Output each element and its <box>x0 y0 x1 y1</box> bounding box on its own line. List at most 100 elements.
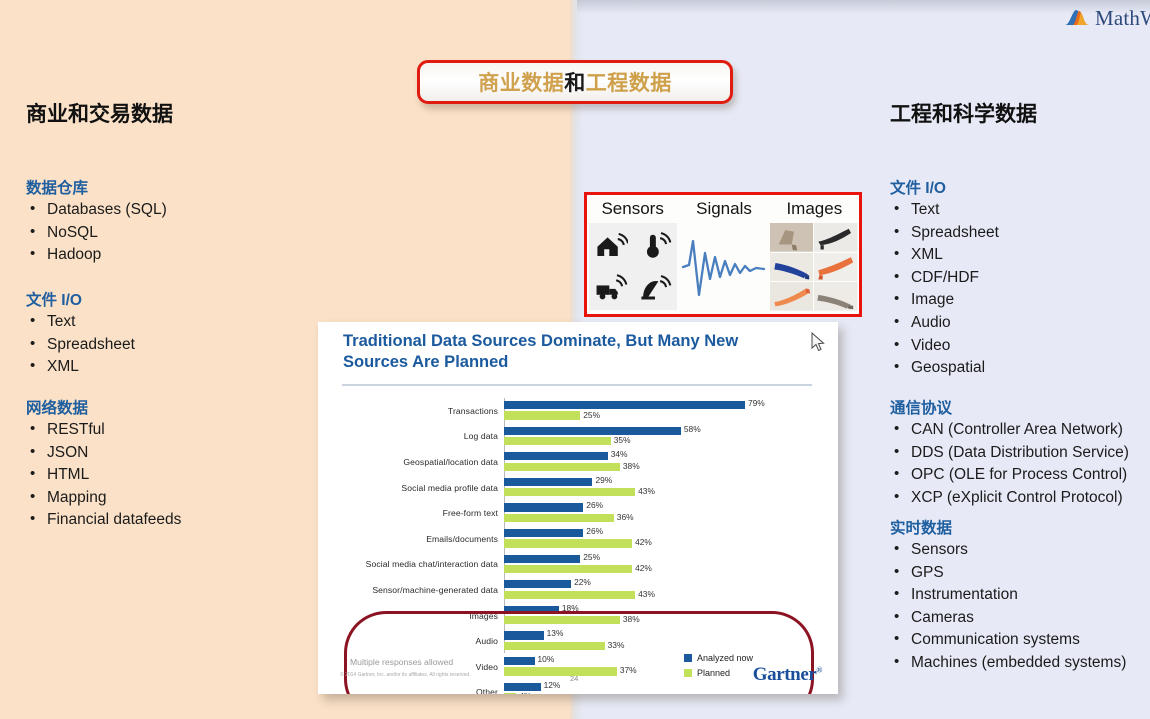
list-item: CAN (Controller Area Network) <box>890 418 1129 442</box>
chart-value-label: 37% <box>619 665 637 676</box>
thermometer-sensor-icon <box>646 231 672 258</box>
chart-row: Sensor/machine-generated data 22% 43% <box>338 577 828 603</box>
chart-bar-planned <box>504 564 633 574</box>
chart-value-label: 33% <box>607 639 625 650</box>
chart-bar-pair: 79% 25% <box>504 398 828 424</box>
list-item: Cameras <box>890 606 1126 630</box>
shoe-photo-thumbnail <box>814 252 858 282</box>
chart-plot-area: Transactions 79% 25% Log data 58% 35% Geospati… <box>338 398 828 694</box>
mathworks-logo: MathWorks <box>1064 4 1150 32</box>
waveform-icon <box>682 239 766 297</box>
list-item: Financial datafeeds <box>26 508 181 532</box>
chart-bar-now <box>504 477 593 486</box>
chart-value-label: 34% <box>610 449 628 460</box>
media-column-caption: Images <box>786 199 843 218</box>
chart-rows: Transactions 79% 25% Log data 58% 35% Geospati… <box>338 398 828 694</box>
chart-bar-planned <box>504 692 517 694</box>
block-list: Text Spreadsheet XML CDF/HDF Image Audio… <box>890 198 999 380</box>
chart-bar-pair: 25% 42% <box>504 552 828 578</box>
chart-bar-pair: 22% 43% <box>504 577 828 603</box>
list-item: Audio <box>890 311 999 335</box>
shoe-photo-thumbnail <box>769 223 814 252</box>
left-column-title: 商业和交易数据 <box>26 103 173 126</box>
list-item: Mapping <box>26 486 181 510</box>
list-item: OPC (OLE for Process Control) <box>890 463 1129 487</box>
block-realtime-data: 实时数据 Sensors GPS Instrumentation Cameras… <box>890 516 1126 675</box>
list-item: Video <box>890 334 999 358</box>
list-item: RESTful <box>26 418 181 442</box>
media-column-caption: Sensors <box>601 199 664 218</box>
chart-category-label: Social media profile data <box>401 482 498 493</box>
block-list: RESTful JSON HTML Mapping Financial data… <box>26 418 181 532</box>
gartner-wordmark: Gartner® <box>753 664 823 686</box>
chart-value-label: 42% <box>635 537 652 548</box>
legend-label: Analyzed now <box>697 653 754 663</box>
chart-title-rule <box>342 384 812 386</box>
chart-row: Free-form text 26% 36% <box>338 500 828 526</box>
gartner-chart-card: Traditional Data Sources Dominate, But M… <box>318 322 838 694</box>
list-item: XML <box>890 243 999 267</box>
block-data-warehouse: 数据仓库 Databases (SQL) NoSQL Hadoop <box>26 176 167 267</box>
list-item: HTML <box>26 463 181 487</box>
chart-bar-planned <box>504 513 614 522</box>
list-item: GPS <box>890 561 1126 585</box>
chart-bar-pair: 18% 38% <box>504 603 828 629</box>
truck-sensor-icon <box>596 274 628 300</box>
list-item: JSON <box>26 441 181 465</box>
list-item: Geospatial <box>890 356 999 380</box>
chart-bar-now <box>504 682 541 691</box>
chart-row: Transactions 79% 25% <box>338 398 828 424</box>
list-item: Text <box>26 310 135 334</box>
list-item: Hadoop <box>26 243 167 267</box>
chart-bar-planned <box>504 411 581 420</box>
media-column-images: Images <box>769 195 859 314</box>
chart-bar-now <box>504 554 581 563</box>
chart-value-label: 18% <box>561 602 579 613</box>
chart-bar-planned <box>504 641 605 650</box>
chart-value-label: 36% <box>616 511 634 522</box>
chart-bar-now <box>504 503 584 512</box>
chart-copyright: © 2014 Gartner, Inc. and/or its affiliat… <box>340 672 471 678</box>
chart-value-label: 38% <box>622 460 640 471</box>
list-item: DDS (Data Distribution Service) <box>890 441 1129 465</box>
chart-category-label: Social media chat/interaction data <box>365 559 498 570</box>
right-column-title: 工程和科学数据 <box>890 103 1037 126</box>
banner-segment-business: 商业数据 <box>478 72 565 95</box>
chart-value-label: 43% <box>638 588 655 599</box>
chart-bar-now <box>504 452 608 461</box>
list-item: Image <box>890 288 999 312</box>
registered-mark: ® <box>816 665 822 675</box>
chart-value-label: 25% <box>583 551 601 562</box>
chart-bar-planned <box>504 590 636 599</box>
chart-value-label: 35% <box>613 435 631 446</box>
chart-value-label: 79% <box>747 398 765 408</box>
banner-segment-and: 和 <box>564 72 586 95</box>
title-banner: 商业数据和工程数据 <box>417 60 733 104</box>
chart-value-label: 12% <box>543 679 561 690</box>
chart-bar-pair: 26% 36% <box>504 500 828 526</box>
list-item: Communication systems <box>890 628 1126 652</box>
legend-swatch-icon <box>684 654 692 662</box>
chart-bar-now <box>504 631 544 640</box>
mouse-pointer-icon <box>811 332 825 352</box>
block-heading: 文件 I/O <box>890 180 946 197</box>
chart-value-label: 22% <box>574 577 591 588</box>
list-item: NoSQL <box>26 221 167 245</box>
chart-value-label: 4% <box>519 691 531 694</box>
chart-footnote: Multiple responses allowed <box>350 657 454 667</box>
banner-text: 商业数据和工程数据 <box>478 67 672 97</box>
chart-value-label: 42% <box>635 563 652 574</box>
chart-bar-now <box>504 656 535 666</box>
block-communication-protocols: 通信协议 CAN (Controller Area Network) DDS (… <box>890 396 1129 509</box>
block-heading: 数据仓库 <box>26 180 89 197</box>
chart-row: Audio 13% 33% <box>338 628 828 654</box>
list-item: Sensors <box>890 538 1126 562</box>
block-heading: 网络数据 <box>26 400 89 417</box>
list-item: Spreadsheet <box>26 333 135 357</box>
chart-row: Social media profile data 29% 43% <box>338 475 828 501</box>
legend-item-analyzed-now: Analyzed now <box>684 653 753 663</box>
chart-value-label: 10% <box>537 653 555 664</box>
banner-segment-engineering: 工程数据 <box>585 72 672 95</box>
shoe-photo-thumbnail <box>814 282 858 311</box>
media-types-panel: Sensors Signals Images <box>584 192 862 317</box>
